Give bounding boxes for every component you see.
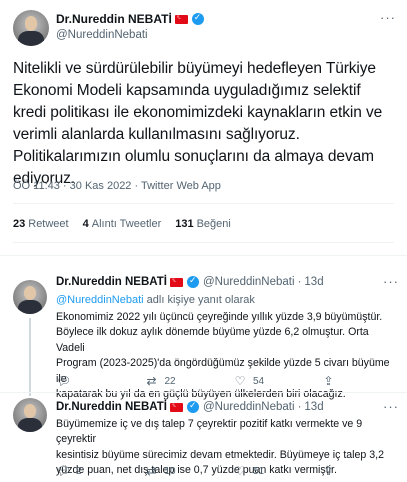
avatar[interactable] [13,398,47,432]
turkey-flag-icon [169,275,183,287]
reply-header: Dr.Nureddin NEBATİ @NureddinNebati · 13d [56,400,324,413]
reply-actions: 💬︎ ⇄ 22 ♡ 54 ⇪ [56,374,386,388]
heart-icon: ♡ [234,464,246,478]
reply-button[interactable]: 💬︎ [56,374,121,388]
reply-to: @NureddinNebati adlı kişiye yanıt olarak [56,294,255,306]
likes-stat[interactable]: 131 Beğeni [175,218,231,230]
tweet-stats: 23 Retweet 4 Alıntı Tweetler 131 Beğeni [13,218,231,230]
retweet-button[interactable]: ⇄ 10 [145,464,210,478]
reply-text-line: kesintisiz büyüme sürecimiz devam etmekt… [56,448,384,461]
tweet-text-line: Nitelikli ve sürdürülebilir büyümeyi hed… [13,60,376,77]
divider [13,242,394,243]
reply-button[interactable]: 💬︎ 2 [56,464,121,478]
retweet-button[interactable]: ⇄ 22 [145,374,210,388]
avatar[interactable] [13,10,49,46]
reply-text-line: Böylece ilk dokuz aylık dönemde büyüme y… [56,326,369,354]
quotes-stat[interactable]: 4 Alıntı Tweetler [83,218,162,230]
verified-icon [186,400,199,413]
timestamp[interactable]: 13d [304,401,323,413]
turkey-flag-icon [169,400,183,412]
author-handle[interactable]: @NureddinNebati [203,276,295,288]
reply-icon: 💬︎ [56,374,72,388]
share-icon: ⇪ [323,374,334,388]
verified-icon [186,275,199,288]
reply-text-line: Büyümemize iç ve dış talep 7 çeyrektir p… [56,418,363,446]
reply-text: Ekonomimiz 2022 yılı üçüncü çeyreğinde y… [56,310,396,402]
author-handle[interactable]: @NureddinNebati [203,401,295,413]
retweet-icon: ⇄ [146,374,157,388]
separator-dot: · [297,401,302,413]
thread-line [29,318,31,396]
author-name-line[interactable]: Dr.Nureddin NEBATİ [56,12,204,26]
share-button[interactable]: ⇪ [322,374,387,388]
like-button[interactable]: ♡ 54 [233,374,298,388]
reply-actions: 💬︎ 2 ⇄ 10 ♡ 51 ⇪ [56,464,386,478]
tweet-text-line: verimli alanlarda kullanılmasını sağlıyo… [13,126,300,143]
reply-icon: 💬︎ [56,464,72,478]
reply-header: Dr.Nureddin NEBATİ @NureddinNebati · 13d [56,275,324,288]
author-name[interactable]: Dr.Nureddin NEBATİ [56,401,167,413]
more-icon[interactable]: ··· [380,10,396,25]
tweet-meta[interactable]: ÖÖ 11:43 · 30 Kas 2022 · Twitter Web App [13,180,221,192]
like-button[interactable]: ♡ 51 [233,464,298,478]
reply-to-mention[interactable]: @NureddinNebati [56,294,144,306]
divider [0,255,407,256]
tweet-text-line: Ekonomi Modeli kapsamında uyguladığımız … [13,82,361,99]
verified-icon [191,12,204,25]
retweet-icon: ⇄ [146,464,157,478]
reply-to-suffix: adlı kişiye yanıt olarak [143,294,255,306]
tweet-text-line: kredi politikası ile ekonomimizdeki kayn… [13,104,383,121]
more-icon[interactable]: ··· [383,274,399,289]
divider [13,203,394,204]
reply-text-line: Ekonomimiz 2022 yılı üçüncü çeyreğinde y… [56,311,383,323]
share-button[interactable]: ⇪ [322,464,387,478]
retweets-stat[interactable]: 23 Retweet [13,218,69,230]
author-name[interactable]: Dr.Nureddin NEBATİ [56,276,167,288]
turkey-flag-icon [174,12,188,24]
avatar[interactable] [13,280,47,314]
separator-dot: · [297,276,302,288]
heart-icon: ♡ [234,374,246,388]
author-name[interactable]: Dr.Nureddin NEBATİ [56,12,172,26]
main-tweet: Dr.Nureddin NEBATİ @NureddinNebati ··· N… [0,0,407,253]
author-handle[interactable]: @NureddinNebati [56,29,148,41]
divider [0,392,407,393]
more-icon[interactable]: ··· [383,399,399,414]
tweet-text: Nitelikli ve sürdürülebilir büyümeyi hed… [13,58,398,190]
tweet-text-line: Politikalarımızın olumlu sonuçlarını da … [13,148,374,165]
timestamp[interactable]: 13d [304,276,323,288]
share-icon: ⇪ [323,464,334,478]
